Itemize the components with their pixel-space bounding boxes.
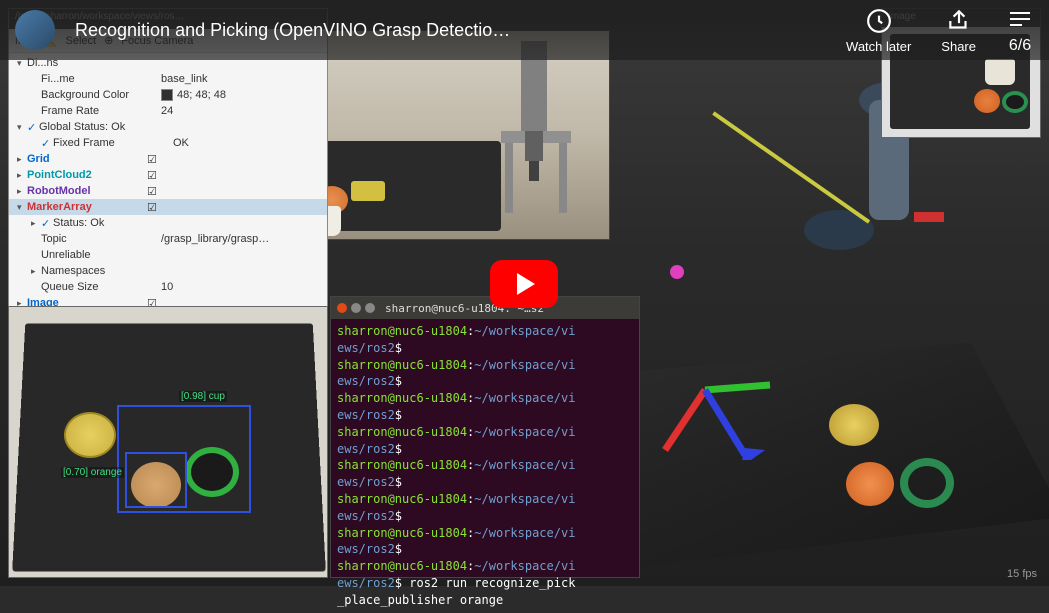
play-icon: [517, 273, 535, 295]
terminal-titlebar: sharron@nuc6-u1804: ~…s2: [331, 297, 639, 319]
coordinate-axes: [655, 340, 775, 460]
tree-row[interactable]: ▸Grid☑: [9, 151, 327, 167]
tree-row[interactable]: ▸RobotModel☑: [9, 183, 327, 199]
det-label-orange: [0.70] orange: [61, 467, 124, 478]
detection-image-panel[interactable]: [0.98] cup [0.70] orange: [8, 306, 328, 578]
terminal-window[interactable]: sharron@nuc6-u1804: ~…s2 sharron@nuc6-u1…: [330, 296, 640, 578]
imgtr-ring: [1002, 91, 1028, 113]
counter-text: 6/6: [1009, 37, 1031, 55]
grasp-marker-point: [670, 265, 684, 279]
tree-row[interactable]: ▸Namespaces: [9, 263, 327, 279]
bbox-orange: [125, 452, 187, 508]
playlist-icon: [1006, 5, 1034, 33]
close-icon[interactable]: [337, 303, 347, 313]
tree-row[interactable]: Topic/grasp_library/grasp…: [9, 231, 327, 247]
tree-row[interactable]: Queue Size10: [9, 279, 327, 295]
tree-row[interactable]: Frame Rate24: [9, 103, 327, 119]
tree-row[interactable]: ▾✓Global Status: Ok: [9, 119, 327, 135]
scene-object-cup: [900, 458, 954, 508]
maximize-icon[interactable]: [365, 303, 375, 313]
imgtr-cup: [985, 59, 1015, 85]
watch-later-button[interactable]: Watch later: [846, 7, 911, 54]
playlist-counter[interactable]: 6/6: [1006, 5, 1034, 55]
rviz-tree[interactable]: ▾Di...nsFi...mebase_linkBackground Color…: [9, 53, 327, 308]
clock-icon: [865, 7, 893, 35]
watch-later-label: Watch later: [846, 39, 911, 54]
det-object-can: [64, 412, 116, 458]
terminal-body[interactable]: sharron@nuc6-u1804:~/workspace/views/ros…: [331, 319, 639, 613]
tree-row[interactable]: ▾MarkerArray☑: [9, 199, 327, 215]
tree-row[interactable]: Fi...mebase_link: [9, 71, 327, 87]
scene-object-can: [829, 404, 879, 446]
video-header: Recognition and Picking (OpenVINO Grasp …: [0, 0, 1049, 60]
play-button[interactable]: [490, 260, 558, 308]
scene-object-orange: [846, 462, 894, 506]
fps-counter: 15 fps: [1007, 568, 1037, 580]
minimize-icon[interactable]: [351, 303, 361, 313]
channel-avatar[interactable]: [15, 10, 55, 50]
tree-row[interactable]: ▸✓Status: Ok: [9, 215, 327, 231]
tree-row[interactable]: ▸PointCloud2☑: [9, 167, 327, 183]
det-label-cup: [0.98] cup: [179, 391, 227, 402]
share-label: Share: [941, 39, 976, 54]
share-icon: [945, 7, 973, 35]
imgtr-orange: [974, 89, 1000, 113]
cam-object-can: [351, 181, 385, 201]
tree-row[interactable]: ✓Fixed FrameOK: [9, 135, 327, 151]
video-title: Recognition and Picking (OpenVINO Grasp …: [75, 20, 826, 41]
tree-row[interactable]: Background Color48; 48; 48: [9, 87, 327, 103]
share-button[interactable]: Share: [941, 7, 976, 54]
tree-row[interactable]: Unreliable: [9, 247, 327, 263]
cam-robot: [491, 41, 591, 221]
